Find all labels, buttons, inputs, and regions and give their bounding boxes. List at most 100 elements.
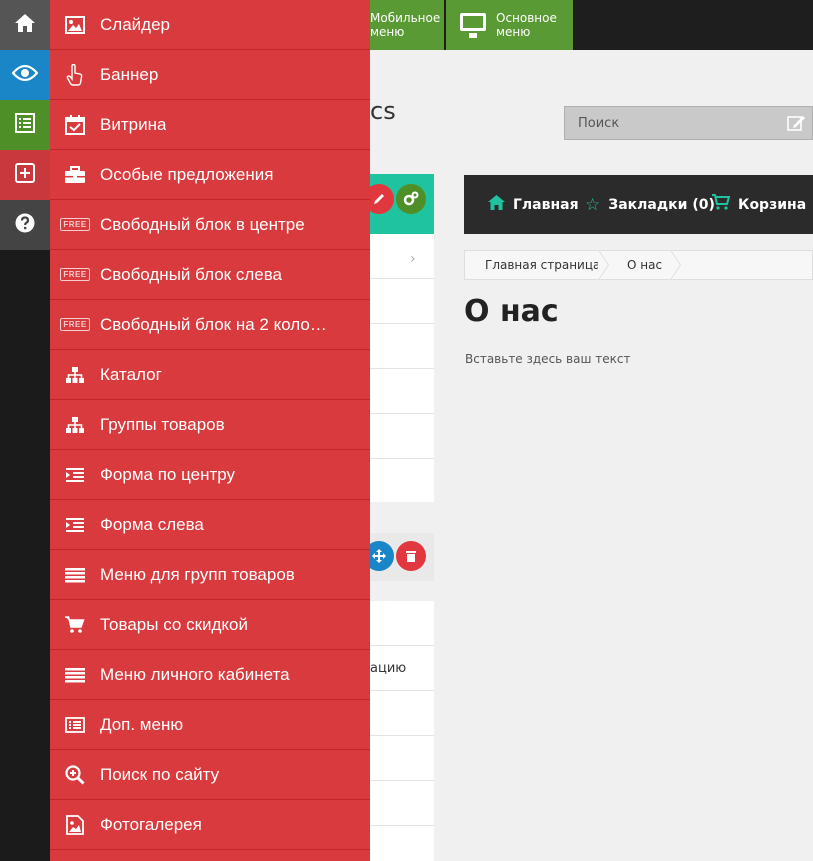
menu-item[interactable]: FREE Свободный блок в центре	[50, 200, 370, 250]
menu-item-label: Свободный блок на 2 коло…	[100, 314, 327, 334]
rail-list-button[interactable]	[0, 100, 50, 150]
menu-item[interactable]: Группы товаров	[50, 400, 370, 450]
menu-item-label: Группы товаров	[100, 414, 225, 434]
nav-bookmarks-label: Закладки (0)	[608, 196, 715, 213]
mobile-menu-label: Мобильное меню	[370, 11, 441, 39]
list-item[interactable]	[370, 736, 434, 781]
nav-home[interactable]: Главная	[488, 175, 579, 234]
menu-item-label: Меню для групп товаров	[100, 564, 295, 584]
site-logo-fragment: cs	[370, 97, 396, 125]
breadcrumb-current: О нас	[627, 258, 663, 272]
nav-cart-label: Корзина	[738, 196, 807, 213]
menu-item[interactable]: Слайдер	[50, 0, 370, 50]
list-alt-icon	[50, 716, 100, 733]
main-menu-label: Основное меню	[496, 11, 557, 39]
menu-item[interactable]: Форма по центру	[50, 450, 370, 500]
menu-item-label: Фотогалерея	[100, 814, 202, 834]
menu-item-label: Доп. меню	[100, 714, 184, 734]
menu-item[interactable]: Фотогалерея	[50, 800, 370, 850]
menu-item[interactable]: Особые предложения	[50, 150, 370, 200]
free-icon: FREE	[50, 218, 100, 231]
menu-item[interactable]: Доп. меню	[50, 700, 370, 750]
menu-item-label: Каталог	[100, 364, 162, 384]
rail-add-button[interactable]	[0, 150, 50, 200]
main-menu-button[interactable]: Основное меню	[446, 0, 573, 50]
form-icon	[50, 467, 100, 483]
left-sidebar-fragment: ›	[370, 234, 434, 502]
star-icon: ☆	[585, 194, 601, 215]
menu-item-label: Меню личного кабинета	[100, 664, 290, 684]
add-block-menu: Слайдер Баннер Витрина Особые предложения FR…	[50, 0, 370, 861]
list-item[interactable]	[370, 781, 434, 826]
menu-lines-icon	[50, 667, 100, 683]
block-toolbar	[364, 174, 434, 234]
cart-icon	[712, 194, 731, 215]
page-title: О нас	[464, 294, 559, 329]
search-input[interactable]: Поиск	[564, 106, 813, 140]
page-body-text: Вставьте здесь ваш текст	[465, 352, 631, 366]
breadcrumb-separator	[670, 250, 691, 280]
menu-item-label: Слайдер	[100, 14, 170, 34]
menu-item-label: Форма слева	[100, 514, 204, 534]
search-placeholder: Поиск	[578, 116, 620, 131]
menu-item[interactable]: Витрина	[50, 100, 370, 150]
breadcrumb-separator	[598, 250, 619, 280]
edit-icon[interactable]	[786, 113, 806, 133]
list-item[interactable]: ›	[370, 234, 434, 279]
menu-item[interactable]: FREE Свободный блок слева	[50, 250, 370, 300]
menu-item-label: Свободный блок слева	[100, 264, 283, 284]
main-navbar: Главная ☆ Закладки (0) Корзина	[464, 175, 813, 234]
sitemap-icon	[50, 366, 100, 384]
zoom-icon	[50, 764, 100, 785]
menu-item[interactable]: Каталог	[50, 350, 370, 400]
add-icon	[15, 163, 35, 187]
sitemap-icon	[50, 416, 100, 434]
menu-item-label: Товары со скидкой	[100, 614, 249, 634]
menu-item-label: Свободный блок в центре	[100, 214, 305, 234]
free-icon: FREE	[50, 318, 100, 331]
photo-icon	[50, 814, 100, 835]
list-item[interactable]	[370, 691, 434, 736]
rail-home-button[interactable]	[0, 0, 50, 50]
breadcrumb: Главная страница О нас	[464, 250, 813, 280]
settings-icon[interactable]	[396, 184, 426, 214]
nav-home-label: Главная	[513, 196, 579, 213]
monitor-icon	[460, 13, 486, 38]
list-item[interactable]	[370, 324, 434, 369]
nav-bookmarks[interactable]: ☆ Закладки (0)	[585, 175, 715, 234]
menu-item[interactable]: Форма слева	[50, 500, 370, 550]
menu-item[interactable]: FREE Свободный блок на 2 коло…	[50, 300, 370, 350]
eye-icon	[11, 64, 39, 86]
nav-cart[interactable]: Корзина	[712, 175, 806, 234]
left-list-text-fragment: ацию	[370, 661, 407, 676]
form-icon	[50, 517, 100, 533]
breadcrumb-home[interactable]: Главная страница	[485, 258, 600, 272]
menu-item-label: Особые предложения	[100, 164, 274, 184]
menu-item[interactable]: Меню для групп товаров	[50, 550, 370, 600]
free-icon: FREE	[50, 268, 100, 281]
list-icon	[15, 113, 35, 137]
home-icon	[14, 13, 36, 37]
menu-item-label: Витрина	[100, 114, 167, 134]
left-list-fragment	[370, 601, 434, 861]
menu-item[interactable]: Товары со скидкой	[50, 600, 370, 650]
rail-help-button[interactable]	[0, 200, 50, 250]
image-icon	[50, 15, 100, 34]
briefcase-icon	[50, 165, 100, 184]
list-item[interactable]	[370, 369, 434, 414]
list-item[interactable]	[370, 414, 434, 459]
menu-item[interactable]: Баннер	[50, 50, 370, 100]
mobile-menu-button[interactable]: Мобильное меню	[360, 0, 444, 50]
cart-icon	[50, 615, 100, 634]
calendar-check-icon	[50, 114, 100, 135]
chevron-right-icon: ›	[410, 251, 416, 267]
trash-icon[interactable]	[396, 541, 426, 571]
help-icon	[15, 213, 35, 237]
menu-item[interactable]: Меню личного кабинета	[50, 650, 370, 700]
list-item[interactable]	[370, 279, 434, 324]
list-item[interactable]	[370, 601, 434, 646]
menu-item[interactable]: Поиск по сайту	[50, 750, 370, 800]
pointer-icon	[50, 63, 100, 86]
menu-item-label: Поиск по сайту	[100, 764, 220, 784]
rail-preview-button[interactable]	[0, 50, 50, 100]
